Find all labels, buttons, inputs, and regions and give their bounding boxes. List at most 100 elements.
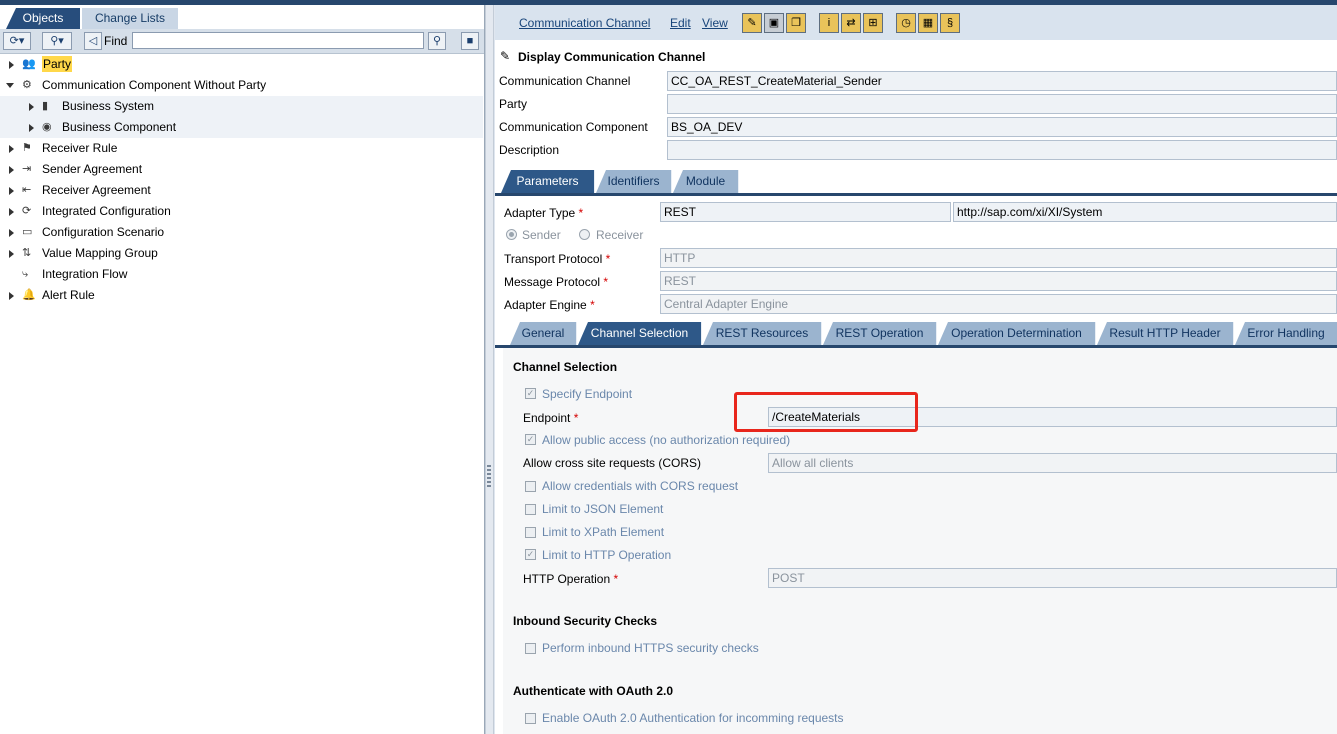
menu-communication-channel[interactable]: Communication Channel [519,16,650,30]
enable-oauth-checkbox[interactable] [525,713,536,724]
pane-splitter[interactable] [485,5,494,734]
collapse-pane-button[interactable]: ◁ [84,32,102,50]
splitter-grip[interactable] [487,465,491,489]
expand-right-icon[interactable] [9,250,14,258]
message-protocol-field[interactable]: REST [660,271,1337,291]
tab-rest-resources[interactable]: REST Resources [703,322,822,345]
configuration-scenario-icon: ▭ [22,226,33,238]
edit-pencil-icon[interactable]: ✎ [742,13,762,33]
expand-right-icon[interactable] [29,103,34,111]
expand-right-icon[interactable] [9,187,14,195]
info-icon[interactable]: i [819,13,839,33]
find-input[interactable] [132,32,424,49]
tree-item[interactable]: 🔔 Alert Rule [0,285,483,306]
tab-channel-selection[interactable]: Channel Selection [578,322,702,345]
communication-channel-label: Communication Channel [499,74,631,88]
menu-view[interactable]: View [702,16,728,30]
expand-right-icon[interactable] [29,124,34,132]
where-used-icon[interactable]: ⇄ [841,13,861,33]
specify-endpoint-checkbox[interactable]: ✓ [525,388,536,399]
http-operation-field[interactable]: POST [768,568,1337,588]
adapter-type-field[interactable]: REST [660,202,951,222]
channel-selection-heading: Channel Selection [513,360,618,374]
perform-https-checkbox[interactable] [525,643,536,654]
tab-parameters[interactable]: Parameters [501,170,595,193]
communication-component-field[interactable]: BS_OA_DEV [667,117,1337,137]
tab-module[interactable]: Module [673,170,739,193]
adapter-namespace-field[interactable]: http://sap.com/xi/XI/System [953,202,1337,222]
tab-general[interactable]: General [510,322,577,345]
limit-xpath-checkbox[interactable] [525,527,536,538]
transport-protocol-field[interactable]: HTTP [660,248,1337,268]
party-label: Party [499,97,528,111]
receiver-radio[interactable] [579,229,590,240]
limit-json-checkbox[interactable] [525,504,536,515]
party-field[interactable] [667,94,1337,114]
expand-right-icon[interactable] [9,166,14,174]
expand-right-icon[interactable] [9,145,14,153]
tree-item[interactable]: ⚙ Communication Component Without Party [0,75,483,96]
description-field[interactable] [667,140,1337,160]
tree-item[interactable]: ▭ Configuration Scenario [0,222,483,243]
table-icon[interactable]: ▦ [918,13,938,33]
allow-credentials-checkbox[interactable] [525,481,536,492]
find-binoculars-button[interactable]: ⚲ [428,32,446,50]
business-component-icon: ◉ [42,121,52,133]
left-tab-bar: Objects Change Lists [0,5,484,29]
find-label: Find [104,34,128,48]
alert-rule-icon: 🔔 [22,289,36,301]
communication-channel-field[interactable]: CC_OA_REST_CreateMaterial_Sender [667,71,1337,91]
expand-right-icon[interactable] [9,229,14,237]
tree-item[interactable]: ▮ Business System [0,96,483,117]
copy-icon[interactable]: ❐ [786,13,806,33]
expand-right-icon[interactable] [9,208,14,216]
sender-radio[interactable] [506,229,517,240]
refresh-dropdown-button[interactable]: ⟳▾ [3,32,31,50]
expand-right-icon[interactable] [9,292,14,300]
communication-component-label: Communication Component [499,120,648,134]
tab-operation-determination[interactable]: Operation Determination [938,322,1096,345]
tree-item[interactable]: ⇅ Value Mapping Group [0,243,483,264]
adapter-tab-bar: General Channel Selection REST Resources… [495,322,1337,347]
binoculars-dropdown-button[interactable]: ⚲▾ [42,32,72,50]
tree-item-label: Business Component [62,120,177,134]
integrated-configuration-icon: ⟳ [22,205,32,217]
display-pencil-icon: ✎ [500,49,511,63]
tree-item[interactable]: ⟳ Integrated Configuration [0,201,483,222]
document-icon[interactable]: § [940,13,960,33]
related-objects-icon[interactable]: ⊞ [863,13,883,33]
expand-right-icon[interactable] [9,61,14,69]
tab-objects[interactable]: Objects [6,8,80,29]
tree-item[interactable]: ⤷ Integration Flow [0,264,483,285]
tree-item[interactable]: ⚑ Receiver Rule [0,138,483,159]
tree-item[interactable]: 👥 Party [0,54,483,75]
editor-title: ✎ Display Communication Channel [495,46,1337,68]
tree-item[interactable]: ⇤ Receiver Agreement [0,180,483,201]
expand-down-icon[interactable] [6,83,14,88]
tree-item[interactable]: ⇥ Sender Agreement [0,159,483,180]
tab-change-lists[interactable]: Change Lists [82,8,178,29]
oauth-heading: Authenticate with OAuth 2.0 [513,684,674,698]
cors-field[interactable]: Allow all clients [768,453,1337,473]
menu-edit[interactable]: Edit [670,16,691,30]
endpoint-label: Endpoint * [523,411,579,425]
adapter-engine-label: Adapter Engine * [504,298,595,312]
adapter-engine-field[interactable]: Central Adapter Engine [660,294,1337,314]
tree-item[interactable]: ◉ Business Component [0,117,483,138]
allow-credentials-label: Allow credentials with CORS request [542,479,739,493]
tree-item-label: Alert Rule [42,288,95,302]
tab-error-handling[interactable]: Error Handling [1235,322,1337,345]
tree-item-label: Communication Component Without Party [42,78,267,92]
save-icon[interactable]: ▣ [764,13,784,33]
tab-rest-operation[interactable]: REST Operation [823,322,937,345]
message-protocol-label: Message Protocol * [504,275,609,289]
stop-button[interactable]: ■ [461,32,479,50]
history-icon[interactable]: ◷ [896,13,916,33]
sender-agreement-icon: ⇥ [22,163,32,175]
tree-item-label: Integration Flow [42,267,128,281]
specify-endpoint-label: Specify Endpoint [542,387,633,401]
limit-http-checkbox[interactable]: ✓ [525,549,536,560]
tab-identifiers[interactable]: Identifiers [596,170,672,193]
tab-result-http-header[interactable]: Result HTTP Header [1097,322,1234,345]
allow-public-access-checkbox[interactable]: ✓ [525,434,536,445]
